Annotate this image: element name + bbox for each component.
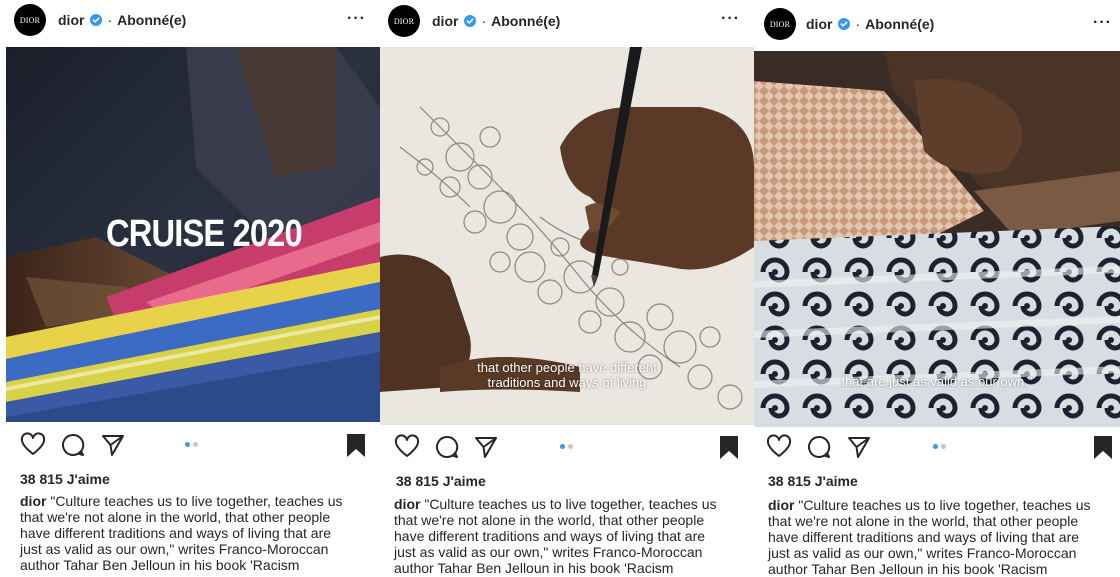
username-link[interactable]: dior [806,16,832,32]
heart-icon[interactable] [766,434,792,460]
carousel-dot [941,444,946,449]
follow-status-button[interactable]: Abonné(e) [491,13,560,29]
caption-line: author Tahar Ben Jelloun in his book 'Ra… [768,561,1048,577]
caption-username[interactable]: dior [394,496,420,512]
carousel-dot [193,442,198,447]
post-image[interactable]: that are just as valid as our own." [754,51,1120,427]
carousel-dot [568,444,573,449]
video-title-overlay: CRUISE 2020 [106,213,303,255]
carousel-dot-active [933,444,938,449]
avatar[interactable]: DIOR [14,4,46,36]
caption-line: just as valid as our own," writes Franco… [20,541,329,557]
video-subtitle-overlay: that other people have different traditi… [380,360,754,390]
heart-icon[interactable] [394,434,420,460]
comment-bubble-icon[interactable] [60,432,86,458]
caption-line: dior "Culture teaches us to live togethe… [394,496,717,512]
comment-bubble-icon[interactable] [434,434,460,460]
header-text: dior · Abonné(e) [58,12,186,28]
bookmark-icon[interactable] [1090,434,1116,460]
avatar[interactable]: DIOR [388,5,420,37]
caption-line: have different traditions and ways of li… [768,529,1080,545]
username-link[interactable]: dior [58,12,84,28]
separator: · [855,16,861,32]
follow-status-button[interactable]: Abonné(e) [865,16,934,32]
post-card: DIOR dior · Abonné(e) ··· [0,0,380,577]
post-image[interactable]: that other people have different traditi… [380,47,754,425]
likes-count[interactable]: 38 815 J'aime [768,473,858,489]
follow-status-button[interactable]: Abonné(e) [117,12,186,28]
header-text: dior · Abonné(e) [432,13,560,29]
caption-line: dior "Culture teaches us to live togethe… [20,493,343,509]
fabric-pattern-photo [754,51,1120,427]
carousel-indicator [185,442,198,447]
action-bar [754,434,1120,464]
action-bar [0,432,380,462]
post-card: DIOR dior · Abonné(e) ··· [754,0,1120,577]
post-header: DIOR dior · Abonné(e) ··· [754,0,1120,46]
likes-count[interactable]: 38 815 J'aime [396,473,486,489]
post-header: DIOR dior · Abonné(e) ··· [0,0,380,46]
paper-plane-icon[interactable] [473,434,499,460]
post-header: DIOR dior · Abonné(e) ··· [380,0,754,46]
bookmark-icon[interactable] [343,432,369,458]
bookmark-icon[interactable] [716,434,742,460]
verified-badge-icon [90,14,103,26]
carousel-dot-active [185,442,190,447]
post-caption: dior "Culture teaches us to live togethe… [20,493,370,573]
post-image[interactable]: CRUISE 2020 [6,47,380,422]
video-subtitle-overlay: that are just as valid as our own." [754,374,1120,389]
separator: · [481,13,487,29]
caption-line: have different traditions and ways of li… [394,528,706,544]
heart-icon[interactable] [20,432,46,458]
comment-bubble-icon[interactable] [806,434,832,460]
caption-line: that we're not alone in the world, that … [394,512,705,528]
caption-line: author Tahar Ben Jelloun in his book 'Ra… [20,557,300,573]
more-options-icon[interactable]: ··· [721,10,740,28]
post-caption: dior "Culture teaches us to live togethe… [394,496,744,576]
subtitle-line: traditions and ways of living [487,375,647,390]
caption-line: author Tahar Ben Jelloun in his book 'Ra… [394,560,674,576]
carousel-indicator [933,444,946,449]
more-options-icon[interactable]: ··· [1093,14,1112,32]
post-caption: dior "Culture teaches us to live togethe… [768,497,1118,577]
caption-line: have different traditions and ways of li… [20,525,332,541]
likes-count[interactable]: 38 815 J'aime [20,471,110,487]
paper-plane-icon[interactable] [846,434,872,460]
subtitle-line: that other people have different [477,360,657,375]
header-text: dior · Abonné(e) [806,16,934,32]
username-link[interactable]: dior [432,13,458,29]
caption-line: that we're not alone in the world, that … [20,509,331,525]
caption-line: just as valid as our own," writes Franco… [394,544,703,560]
carousel-indicator [560,444,573,449]
verified-badge-icon [838,18,851,30]
carousel-dot-active [560,444,565,449]
caption-line: dior "Culture teaches us to live togethe… [768,497,1091,513]
paper-plane-icon[interactable] [100,432,126,458]
more-options-icon[interactable]: ··· [347,10,366,28]
subtitle-line: that are just as valid as our own." [841,374,1033,389]
caption-username[interactable]: dior [20,493,46,509]
caption-username[interactable]: dior [768,497,794,513]
verified-badge-icon [464,15,477,27]
avatar[interactable]: DIOR [764,8,796,40]
separator: · [107,12,113,28]
caption-line: just as valid as our own," writes Franco… [768,545,1077,561]
post-card: DIOR dior · Abonné(e) ··· [380,0,754,577]
action-bar [380,434,754,464]
caption-line: that we're not alone in the world, that … [768,513,1079,529]
